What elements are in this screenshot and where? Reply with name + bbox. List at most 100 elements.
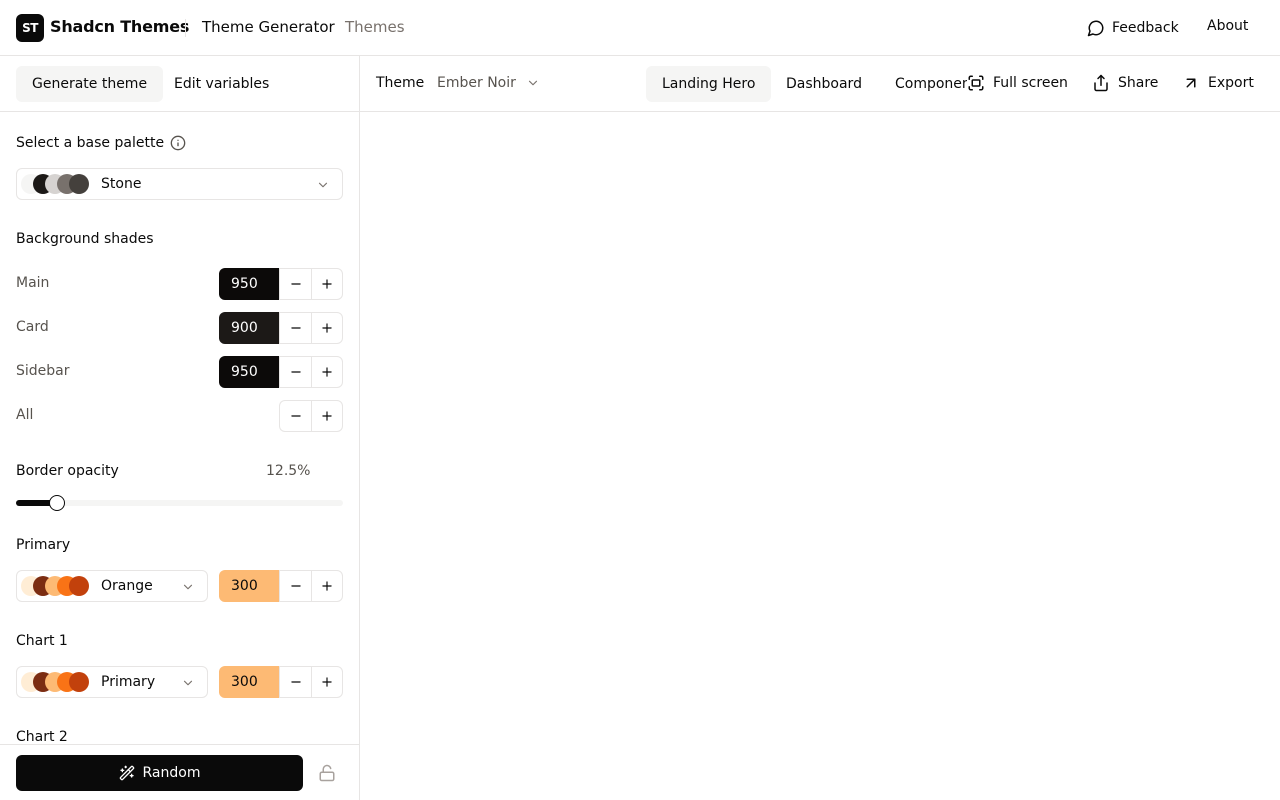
primary-label: Primary xyxy=(16,537,71,553)
base-palette-heading: Select a base palette xyxy=(16,135,186,151)
random-label: Random xyxy=(142,765,201,781)
card-shade-label: Card xyxy=(16,319,49,335)
nav-theme-generator[interactable]: Theme Generator xyxy=(202,18,335,36)
sidebar-shade-label: Sidebar xyxy=(16,363,70,379)
base-palette-label: Select a base palette xyxy=(16,135,165,151)
all-shades-decrement-button[interactable] xyxy=(279,400,311,432)
message-circle-icon xyxy=(1087,19,1105,37)
theme-select-value: Ember Noir xyxy=(437,75,516,91)
feedback-label: Feedback xyxy=(1112,20,1179,36)
sidebar-shade-increment-button[interactable] xyxy=(311,356,343,388)
random-button[interactable]: Random xyxy=(16,755,303,791)
sidebar-shade-value: 950 xyxy=(219,356,279,388)
nav-divider xyxy=(185,19,186,37)
chevron-down-icon xyxy=(181,580,195,594)
border-opacity-label: Border opacity xyxy=(16,463,119,479)
border-opacity-slider[interactable] xyxy=(16,495,343,511)
main-shade-label: Main xyxy=(16,275,50,291)
swatch xyxy=(69,576,89,596)
chart1-label: Chart 1 xyxy=(16,633,68,649)
fullscreen-icon xyxy=(967,74,985,92)
minus-icon xyxy=(289,579,303,593)
share-icon xyxy=(1092,74,1110,92)
base-palette-value: Stone xyxy=(101,176,142,192)
palette-swatches xyxy=(21,174,91,194)
theme-select[interactable]: Ember Noir xyxy=(437,75,540,91)
tab-generate-theme[interactable]: Generate theme xyxy=(16,66,164,102)
base-palette-select[interactable]: Stone xyxy=(16,168,343,200)
plus-icon xyxy=(320,409,334,423)
swatch xyxy=(69,672,89,692)
about-link[interactable]: About xyxy=(1207,18,1248,34)
share-button[interactable]: Share xyxy=(1092,74,1159,92)
card-shade-value: 900 xyxy=(219,312,279,344)
primary-palette-select[interactable]: Orange xyxy=(16,570,208,602)
sidebar-tabs: Generate theme Edit variables xyxy=(0,56,359,112)
sidebar-shade-decrement-button[interactable] xyxy=(279,356,311,388)
tab-landing-hero[interactable]: Landing Hero xyxy=(646,66,772,102)
main-shade-stepper: 950 xyxy=(219,268,343,300)
background-shades-label: Background shades xyxy=(16,231,154,247)
minus-icon xyxy=(289,321,303,335)
brand-name[interactable]: Shadcn Themes xyxy=(50,17,189,36)
all-shades-increment-button[interactable] xyxy=(311,400,343,432)
full-screen-label: Full screen xyxy=(993,75,1068,91)
feedback-button[interactable]: Feedback xyxy=(1087,16,1179,40)
tab-edit-variables[interactable]: Edit variables xyxy=(158,66,285,102)
primary-shade-stepper: 300 xyxy=(219,570,343,602)
minus-icon xyxy=(289,277,303,291)
plus-icon xyxy=(320,365,334,379)
swatch xyxy=(69,174,89,194)
sidebar-footer: Random xyxy=(0,744,359,800)
chart1-shade-stepper: 300 xyxy=(219,666,343,698)
chevron-down-icon xyxy=(181,676,195,690)
top-navbar: ST Shadcn Themes Theme Generator Themes … xyxy=(0,0,1280,56)
share-label: Share xyxy=(1118,75,1159,91)
all-shades-stepper xyxy=(279,400,343,432)
export-label: Export xyxy=(1208,75,1254,91)
card-shade-increment-button[interactable] xyxy=(311,312,343,344)
chart1-shade-value: 300 xyxy=(219,666,279,698)
plus-icon xyxy=(320,277,334,291)
minus-icon xyxy=(289,409,303,423)
export-button[interactable]: Export xyxy=(1182,74,1254,92)
logo[interactable]: ST xyxy=(16,14,44,42)
main-shade-value: 950 xyxy=(219,268,279,300)
chart2-label: Chart 2 xyxy=(16,729,68,745)
sidebar-shade-stepper: 950 xyxy=(219,356,343,388)
minus-icon xyxy=(289,365,303,379)
main-shade-increment-button[interactable] xyxy=(311,268,343,300)
all-shades-label: All xyxy=(16,407,34,423)
chevron-down-icon xyxy=(316,178,330,192)
main-shade-decrement-button[interactable] xyxy=(279,268,311,300)
chart1-palette-value: Primary xyxy=(101,674,156,690)
chevron-down-icon xyxy=(526,76,540,90)
chart1-shade-increment-button[interactable] xyxy=(311,666,343,698)
chart1-palette-select[interactable]: Primary xyxy=(16,666,208,698)
primary-shade-increment-button[interactable] xyxy=(311,570,343,602)
primary-shade-decrement-button[interactable] xyxy=(279,570,311,602)
border-opacity-value: 12.5% xyxy=(266,463,311,479)
unlock-icon[interactable] xyxy=(318,764,336,782)
primary-shade-value: 300 xyxy=(219,570,279,602)
minus-icon xyxy=(289,675,303,689)
palette-swatches xyxy=(21,576,91,596)
magic-wand-icon xyxy=(119,765,135,781)
nav-themes[interactable]: Themes xyxy=(345,18,405,36)
card-shade-stepper: 900 xyxy=(219,312,343,344)
preview-toolbar: Theme Ember Noir Landing Hero Dashboard … xyxy=(360,56,1280,112)
plus-icon xyxy=(320,321,334,335)
plus-icon xyxy=(320,579,334,593)
sidebar: Generate theme Edit variables Select a b… xyxy=(0,56,360,800)
chart1-shade-decrement-button[interactable] xyxy=(279,666,311,698)
tab-dashboard[interactable]: Dashboard xyxy=(770,66,878,102)
plus-icon xyxy=(320,675,334,689)
card-shade-decrement-button[interactable] xyxy=(279,312,311,344)
info-icon[interactable] xyxy=(170,135,186,151)
arrow-up-right-icon xyxy=(1182,74,1200,92)
theme-label: Theme xyxy=(376,75,425,91)
full-screen-button[interactable]: Full screen xyxy=(967,74,1068,92)
primary-palette-value: Orange xyxy=(101,578,153,594)
palette-swatches xyxy=(21,672,91,692)
slider-thumb[interactable] xyxy=(48,495,65,511)
